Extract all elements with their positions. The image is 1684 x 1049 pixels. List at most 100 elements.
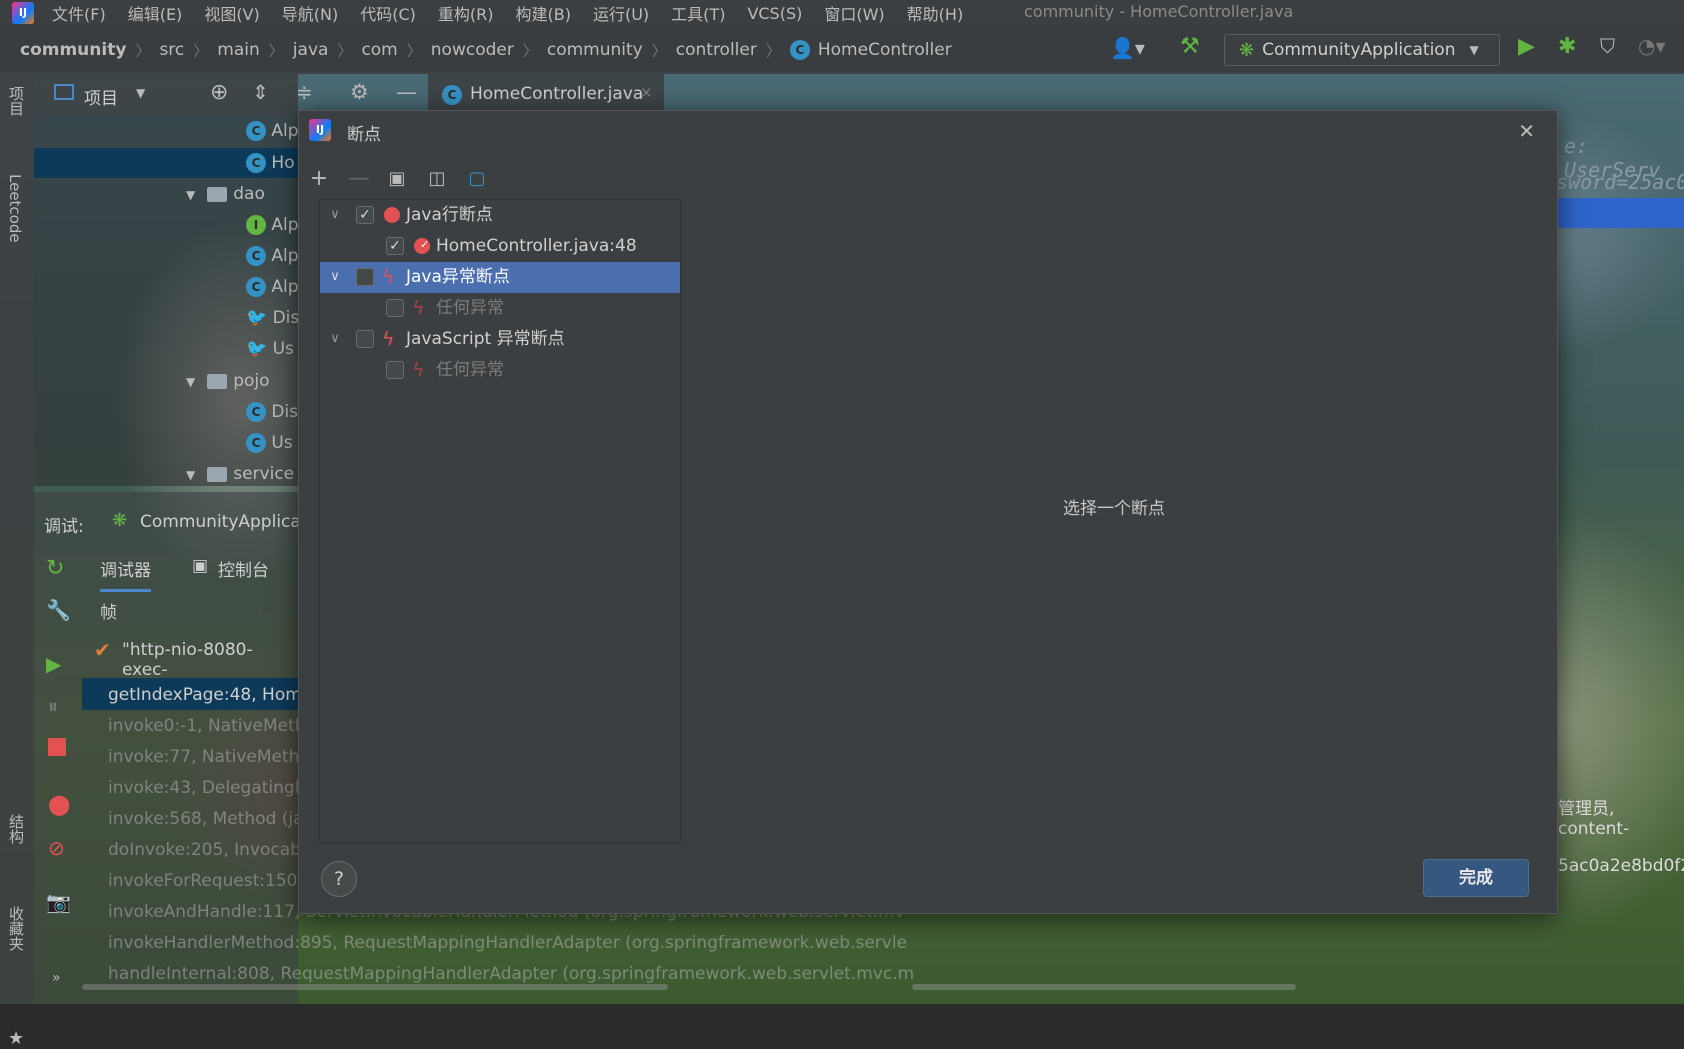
tree-node[interactable]: ▼ service	[186, 459, 294, 489]
breakpoint-group-javascript-exception[interactable]: ∨ ϟ JavaScript 异常断点	[320, 324, 680, 355]
menu-file[interactable]: 文件(F)	[52, 1, 106, 25]
checkbox[interactable]	[386, 361, 404, 379]
checkbox[interactable]: ✓	[356, 206, 374, 224]
resume-icon[interactable]: ▶	[46, 652, 61, 676]
menu-help[interactable]: 帮助(H)	[907, 1, 964, 25]
tree-node[interactable]: ▼ pojo	[186, 366, 270, 396]
gear-icon[interactable]: ⚙	[350, 80, 369, 104]
intellij-logo-icon: IJ	[309, 119, 331, 141]
leetcode-tool-button[interactable]: Leetcode	[6, 174, 24, 248]
tree-node[interactable]: C Ho	[246, 148, 295, 178]
run-configuration-dropdown[interactable]: ❋ CommunityApplication ▼	[1224, 34, 1500, 66]
expand-all-icon[interactable]: ⇕	[252, 80, 269, 104]
user-icon[interactable]: 👤▾	[1110, 36, 1145, 60]
stop-icon[interactable]	[48, 738, 66, 756]
checkbox[interactable]	[356, 330, 374, 348]
minimize-icon[interactable]: —	[396, 80, 417, 104]
breadcrumb-homecontroller[interactable]: HomeController	[818, 40, 952, 60]
tab-debugger[interactable]: 调试器	[100, 556, 151, 592]
group-by-file-icon[interactable]: ◫	[425, 167, 449, 191]
breakpoint-group-java-line[interactable]: ∨ ✓ Java行断点	[320, 200, 680, 231]
breakpoint-group-java-exception[interactable]: ∨ ϟ Java异常断点	[320, 262, 680, 293]
menu-navigate[interactable]: 导航(N)	[282, 1, 338, 25]
help-button[interactable]: ?	[321, 861, 357, 897]
check-mark-icon: ✓	[420, 238, 430, 251]
tree-node[interactable]: I Alp	[246, 210, 299, 240]
settings-wrench-icon[interactable]: 🔧	[46, 598, 71, 622]
checkbox[interactable]: ✓	[386, 237, 404, 255]
breakpoint-item[interactable]: ϟ 任何异常	[320, 355, 680, 386]
run-icon[interactable]: ▶	[1518, 34, 1535, 59]
tree-node[interactable]: ▼ dao	[186, 179, 265, 209]
frame-row[interactable]: invoke:568, Method (ja	[108, 804, 304, 834]
breadcrumb-src[interactable]: src	[159, 40, 184, 60]
checkbox[interactable]	[356, 268, 374, 286]
menu-edit[interactable]: 编辑(E)	[128, 1, 183, 25]
breadcrumb-java[interactable]: java	[293, 40, 329, 60]
close-icon[interactable]: ✕	[640, 84, 653, 102]
frame-row[interactable]: invokeHandlerMethod:895, RequestMappingH…	[108, 928, 907, 958]
breadcrumb-main[interactable]: main	[217, 40, 259, 60]
rerun-icon[interactable]: ↻	[46, 556, 64, 581]
tree-node[interactable]: C Us	[246, 428, 293, 458]
breadcrumb-nowcoder[interactable]: nowcoder	[431, 40, 514, 60]
add-icon[interactable]: +	[307, 167, 331, 191]
pause-icon[interactable]: ⏸	[48, 694, 58, 718]
menu-build[interactable]: 构建(B)	[516, 1, 571, 25]
frame-row[interactable]: invoke:77, NativeMetho	[108, 742, 310, 772]
tree-node[interactable]: C Alp	[246, 116, 299, 146]
tree-node[interactable]: 🐦 Dis	[246, 303, 299, 333]
locate-icon[interactable]: ⊕	[210, 80, 228, 105]
chevron-down-icon[interactable]: ∨	[328, 208, 342, 222]
class-icon: C	[789, 40, 810, 60]
view-breakpoints-icon[interactable]: ⬤	[48, 792, 70, 816]
menu-vcs[interactable]: VCS(S)	[747, 4, 802, 23]
menu-view[interactable]: 视图(V)	[204, 1, 259, 25]
collapse-all-icon[interactable]: ≑	[296, 80, 313, 104]
tree-node[interactable]: C Alp	[246, 241, 299, 271]
profile-icon[interactable]: ◔▾	[1638, 34, 1666, 58]
debug-icon[interactable]: ✱	[1558, 34, 1576, 59]
frame-row[interactable]: invoke:43, DelegatingM	[108, 773, 309, 803]
horizontal-scrollbar[interactable]	[912, 984, 1296, 990]
remove-icon[interactable]: —	[347, 167, 371, 191]
class-icon: C	[246, 402, 266, 422]
group-by-class-icon[interactable]: ▢	[465, 167, 489, 191]
breakpoint-item[interactable]: ✓ ✓ HomeController.java:48	[320, 231, 680, 262]
menu-code[interactable]: 代码(C)	[360, 1, 416, 25]
group-by-package-icon[interactable]: ▣	[385, 167, 409, 191]
breadcrumb-controller[interactable]: controller	[676, 40, 757, 60]
tree-node[interactable]: 🐦 Us	[246, 334, 294, 364]
project-panel-title[interactable]: 项目	[84, 84, 118, 109]
chevron-down-icon[interactable]: ∨	[328, 270, 342, 284]
chevron-right-icon: 〉	[337, 41, 353, 60]
tree-node[interactable]: C Dis	[246, 397, 298, 427]
menu-window[interactable]: 窗口(W)	[824, 1, 884, 25]
debug-config-tab[interactable]: CommunityApplica	[140, 512, 301, 532]
done-button[interactable]: 完成	[1423, 859, 1529, 897]
breadcrumb-com[interactable]: com	[361, 40, 397, 60]
thread-selector[interactable]: "http-nio-8080-exec-	[122, 640, 298, 680]
menu-tools[interactable]: 工具(T)	[671, 1, 725, 25]
menu-run[interactable]: 运行(U)	[593, 1, 649, 25]
breadcrumb-project[interactable]: community	[20, 40, 126, 60]
frame-row[interactable]: invokeForRequest:150,	[108, 866, 303, 896]
mute-breakpoints-icon[interactable]: ⊘	[48, 836, 65, 860]
chevron-down-icon[interactable]: ▼	[136, 86, 145, 100]
menu-refactor[interactable]: 重构(R)	[438, 1, 494, 25]
tree-node[interactable]: C Alp	[246, 272, 299, 302]
horizontal-scrollbar[interactable]	[82, 984, 668, 990]
checkbox[interactable]	[386, 299, 404, 317]
coverage-icon[interactable]: ⛉	[1600, 34, 1615, 58]
tab-console[interactable]: 控制台	[218, 556, 269, 581]
build-hammer-icon[interactable]: ⚒	[1180, 34, 1200, 59]
more-icon[interactable]: »	[52, 970, 61, 986]
frame-row[interactable]: doInvoke:205, Invocabl	[108, 835, 306, 865]
close-icon[interactable]: ✕	[1518, 119, 1535, 143]
chevron-down-icon[interactable]: ∨	[328, 332, 342, 346]
breadcrumb-community[interactable]: community	[547, 40, 643, 60]
frame-row[interactable]: getIndexPage:48, Home	[108, 680, 312, 710]
camera-icon[interactable]: 📷	[46, 890, 71, 914]
breakpoint-item[interactable]: ϟ 任何异常	[320, 293, 680, 324]
frame-row[interactable]: invoke0:-1, NativeMeth	[108, 711, 306, 741]
